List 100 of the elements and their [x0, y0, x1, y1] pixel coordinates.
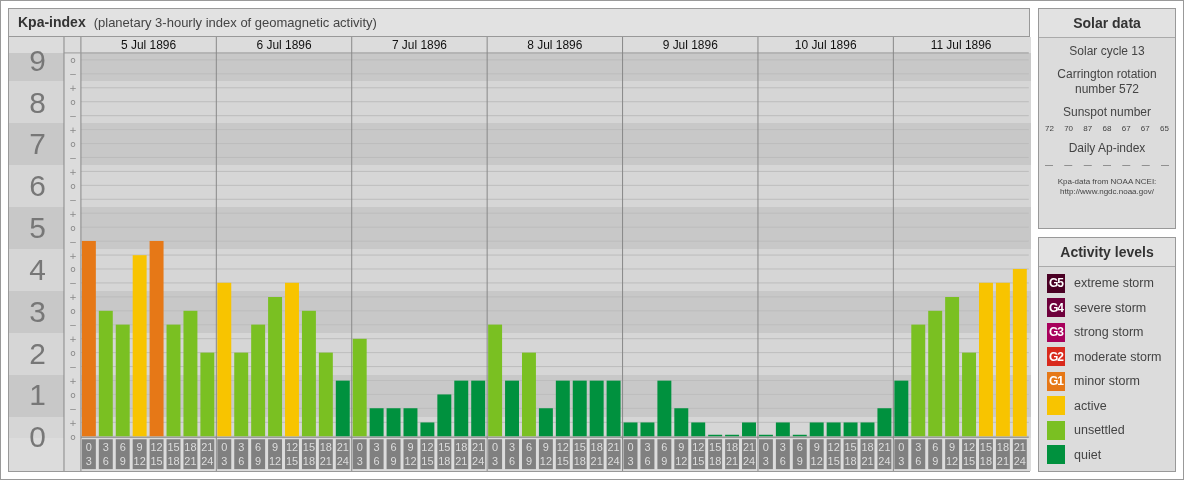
time-slot-label: 21 24 — [877, 439, 892, 469]
time-slot-label: 9 12 — [268, 439, 283, 469]
minor-tick-label: − — [69, 403, 77, 414]
panel-title: Activity levels — [1039, 238, 1175, 267]
time-slot-label: 0 3 — [488, 439, 503, 469]
date-label: 6 Jul 1896 — [256, 37, 312, 52]
ap-value: — — [1160, 160, 1169, 169]
level-label: moderate storm — [1074, 349, 1162, 364]
minor-tick-label: + — [69, 124, 77, 135]
bar — [691, 422, 706, 437]
date-label: 9 Jul 1896 — [662, 37, 718, 52]
minor-tick-label: + — [69, 292, 77, 303]
sunspot-value: 68 — [1102, 124, 1112, 133]
bar — [640, 422, 655, 437]
bar — [792, 434, 807, 437]
date-label: 11 Jul 1896 — [930, 37, 992, 52]
time-slot-label: 18 21 — [725, 439, 740, 469]
bar — [775, 422, 790, 437]
bar — [657, 380, 672, 437]
level-label: unsettled — [1074, 423, 1125, 438]
time-slot-label: 18 21 — [995, 439, 1010, 469]
bar — [369, 408, 384, 437]
minor-tick-label: + — [69, 83, 77, 94]
ap-value: — — [1103, 160, 1111, 169]
date-label: 5 Jul 1896 — [121, 37, 177, 52]
ap-value: — — [1122, 160, 1131, 169]
date-label: 10 Jul 1896 — [794, 37, 857, 52]
bar — [674, 408, 689, 437]
chart-subtitle: (planetary 3-hourly index of geomagnetic activity) — [93, 14, 377, 30]
time-slot-label: 3 6 — [234, 439, 249, 469]
date-label: 8 Jul 1896 — [527, 37, 583, 52]
sunspot-value: 72 — [1045, 124, 1054, 133]
time-slot-label: 3 6 — [98, 439, 113, 469]
bar — [623, 422, 638, 437]
time-slot-label: 18 21 — [183, 439, 198, 469]
time-slot-label: 9 12 — [674, 439, 689, 469]
level-label: minor storm — [1074, 374, 1140, 389]
time-slot-label: 12 15 — [826, 439, 841, 469]
time-slot-label: 6 9 — [928, 439, 943, 469]
time-slot-label: 0 3 — [894, 439, 909, 469]
level-label: strong storm — [1074, 325, 1144, 340]
minor-tick-label: o — [70, 55, 76, 66]
time-slot-label: 6 9 — [792, 439, 807, 469]
time-slot-label: 21 24 — [335, 439, 350, 469]
time-slot-label: 15 18 — [166, 439, 181, 469]
y-axis-label: 5 — [29, 211, 46, 244]
ap-value: — — [1064, 160, 1073, 169]
minor-tick-label: − — [69, 320, 77, 331]
y-axis-label: 6 — [29, 169, 46, 203]
minor-tick-label: − — [69, 111, 77, 122]
time-slot-label: 9 12 — [945, 439, 960, 469]
level-label: active — [1074, 398, 1107, 413]
source-text: Kpa-data from NOAA NCEI: — [1057, 177, 1157, 187]
bar — [742, 422, 756, 437]
panel-title: Solar data — [1039, 9, 1175, 38]
minor-tick-label: o — [70, 222, 76, 233]
minor-tick-label: o — [70, 138, 76, 149]
minor-tick-label: + — [69, 334, 77, 345]
time-slot-label: 12 15 — [149, 439, 164, 469]
bar — [437, 394, 452, 437]
time-slot-label: 6 9 — [251, 439, 266, 469]
time-slot-label: 18 21 — [589, 439, 604, 469]
bar — [758, 434, 773, 437]
time-slot-label: 12 15 — [962, 439, 976, 469]
time-slot-label: 21 24 — [471, 439, 486, 469]
time-slot-label: 18 21 — [318, 439, 333, 469]
bar — [572, 380, 587, 437]
carrington-text: Carrington rotation number 572 — [1056, 67, 1158, 97]
time-slot-label: 15 18 — [708, 439, 723, 469]
minor-tick-label: − — [69, 152, 77, 163]
minor-tick-label: + — [69, 250, 77, 261]
bar — [826, 422, 841, 437]
level-label: severe storm — [1074, 300, 1147, 315]
level-label: extreme storm — [1074, 276, 1154, 291]
bar — [860, 422, 875, 437]
bar — [555, 380, 570, 437]
minor-tick-label: − — [69, 69, 77, 80]
time-slot-label: 3 6 — [640, 439, 655, 469]
bar — [335, 380, 350, 437]
bar — [505, 380, 519, 437]
y-axis-label: 7 — [29, 127, 46, 161]
minor-tick-label: − — [69, 236, 77, 247]
time-slot-label: 15 18 — [572, 439, 587, 469]
time-slot-label: 9 12 — [538, 439, 553, 469]
time-slot-label: 9 12 — [403, 439, 418, 469]
level-label: quiet — [1074, 447, 1102, 462]
time-slot-label: 12 15 — [555, 439, 570, 469]
level-badge: G5 — [1047, 273, 1065, 293]
y-axis-label: 3 — [29, 294, 46, 328]
bar — [471, 380, 486, 437]
minor-tick-label: o — [70, 431, 76, 442]
sunspot-heading: Sunspot number — [1062, 105, 1152, 120]
time-slot-label: 3 6 — [369, 439, 384, 469]
time-slot-label: 0 3 — [623, 439, 638, 469]
minor-tick-label: + — [69, 166, 77, 177]
time-slot-label: 21 24 — [742, 439, 756, 469]
time-slot-label: 9 12 — [809, 439, 824, 469]
time-slot-label: 21 24 — [1012, 439, 1027, 469]
time-slot-label: 15 18 — [843, 439, 858, 469]
y-axis-label: 9 — [29, 43, 46, 77]
